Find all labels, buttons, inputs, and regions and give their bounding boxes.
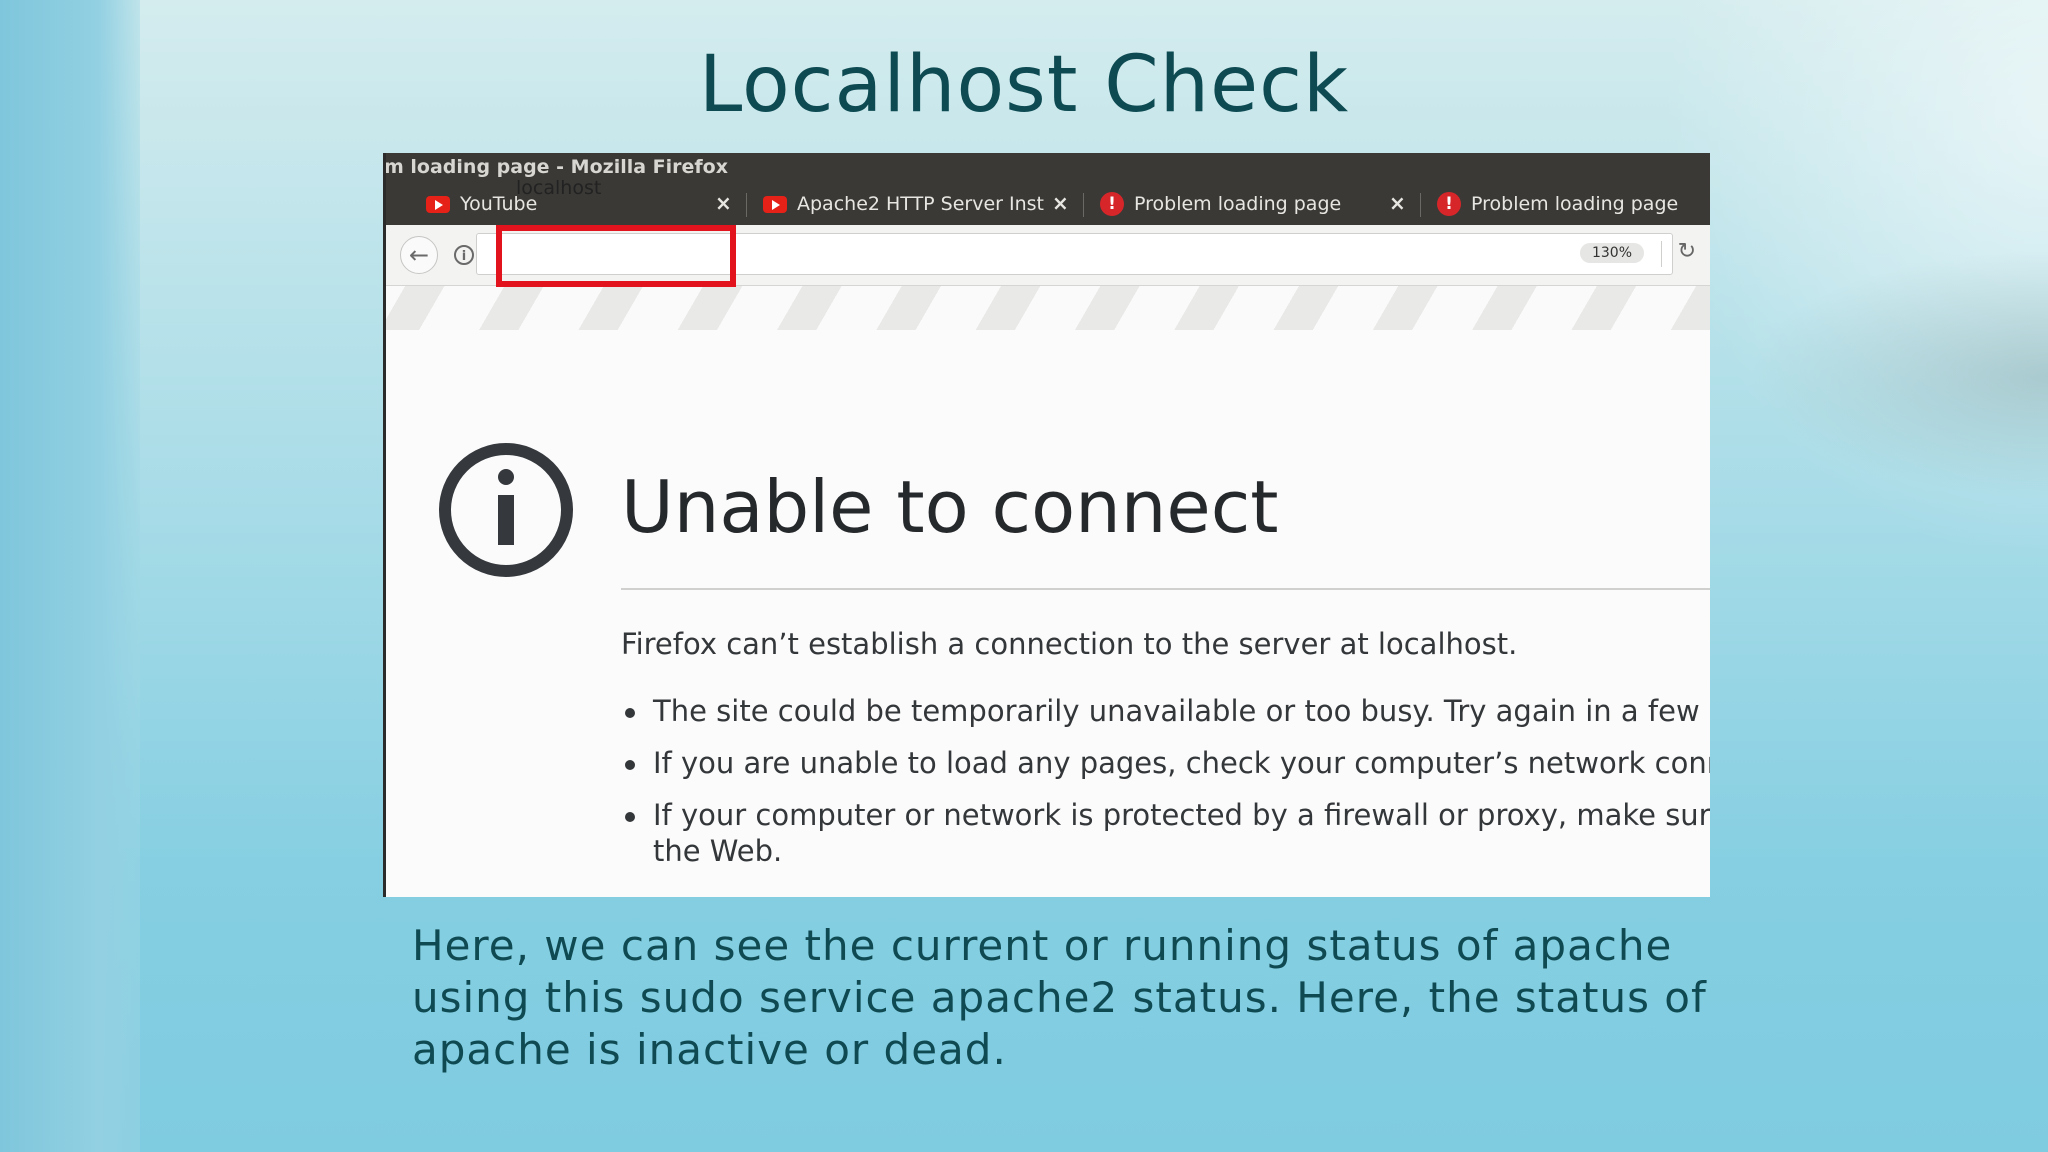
back-button[interactable]: ←: [400, 236, 438, 274]
error-description: Firefox can’t establish a connection to …: [621, 627, 1518, 661]
reload-icon[interactable]: ↻: [1678, 239, 1696, 264]
youtube-icon: [426, 195, 450, 213]
tab-divider: [1420, 193, 1421, 217]
title-divider: [621, 588, 1710, 590]
tab-problem-loading-1[interactable]: ! Problem loading page: [1100, 183, 1341, 225]
window-title: m loading page - Mozilla Firefox: [384, 156, 728, 178]
tab-problem-loading-2[interactable]: ! Problem loading page: [1437, 183, 1678, 225]
background-left-band: [0, 0, 140, 1152]
tab-label: Problem loading page: [1471, 193, 1679, 215]
zoom-indicator[interactable]: 130%: [1579, 243, 1644, 263]
background-shadow: [1748, 250, 2048, 500]
error-title: Unable to connect: [621, 465, 1279, 549]
error-icon: !: [1100, 192, 1124, 216]
list-item: If your computer or network is protected…: [621, 797, 1710, 869]
info-icon[interactable]: i: [454, 245, 474, 265]
list-item-line: If your computer or network is protected…: [653, 798, 1710, 832]
arrow-left-icon: ←: [408, 241, 430, 269]
loading-stripes: [386, 286, 1710, 330]
slide-title: Localhost Check: [698, 40, 1350, 130]
tab-divider: [1083, 193, 1084, 217]
tab-divider: [746, 193, 747, 217]
close-icon[interactable]: ×: [1052, 191, 1069, 215]
slide-caption: Here, we can see the current or running …: [412, 921, 1707, 1074]
info-circle-icon: [439, 443, 573, 577]
reload-divider: [1661, 241, 1662, 267]
tab-label: Problem loading page: [1134, 193, 1342, 215]
url-text[interactable]: localhost: [516, 177, 601, 199]
close-icon[interactable]: ×: [715, 191, 732, 215]
error-suggestions: The site could be temporarily unavailabl…: [621, 693, 1710, 885]
youtube-icon: [763, 195, 787, 213]
url-highlight-box: [496, 225, 736, 287]
tab-apache2[interactable]: Apache2 HTTP Server Inst: [763, 183, 1044, 225]
error-icon: !: [1437, 192, 1461, 216]
list-item-line: the Web.: [653, 834, 783, 868]
tab-label: Apache2 HTTP Server Inst: [797, 193, 1045, 215]
list-item: If you are unable to load any pages, che…: [621, 745, 1710, 781]
close-icon[interactable]: ×: [1389, 191, 1406, 215]
list-item: The site could be temporarily unavailabl…: [621, 693, 1710, 729]
browser-screenshot: m loading page - Mozilla Firefox YouTube…: [383, 153, 1710, 897]
